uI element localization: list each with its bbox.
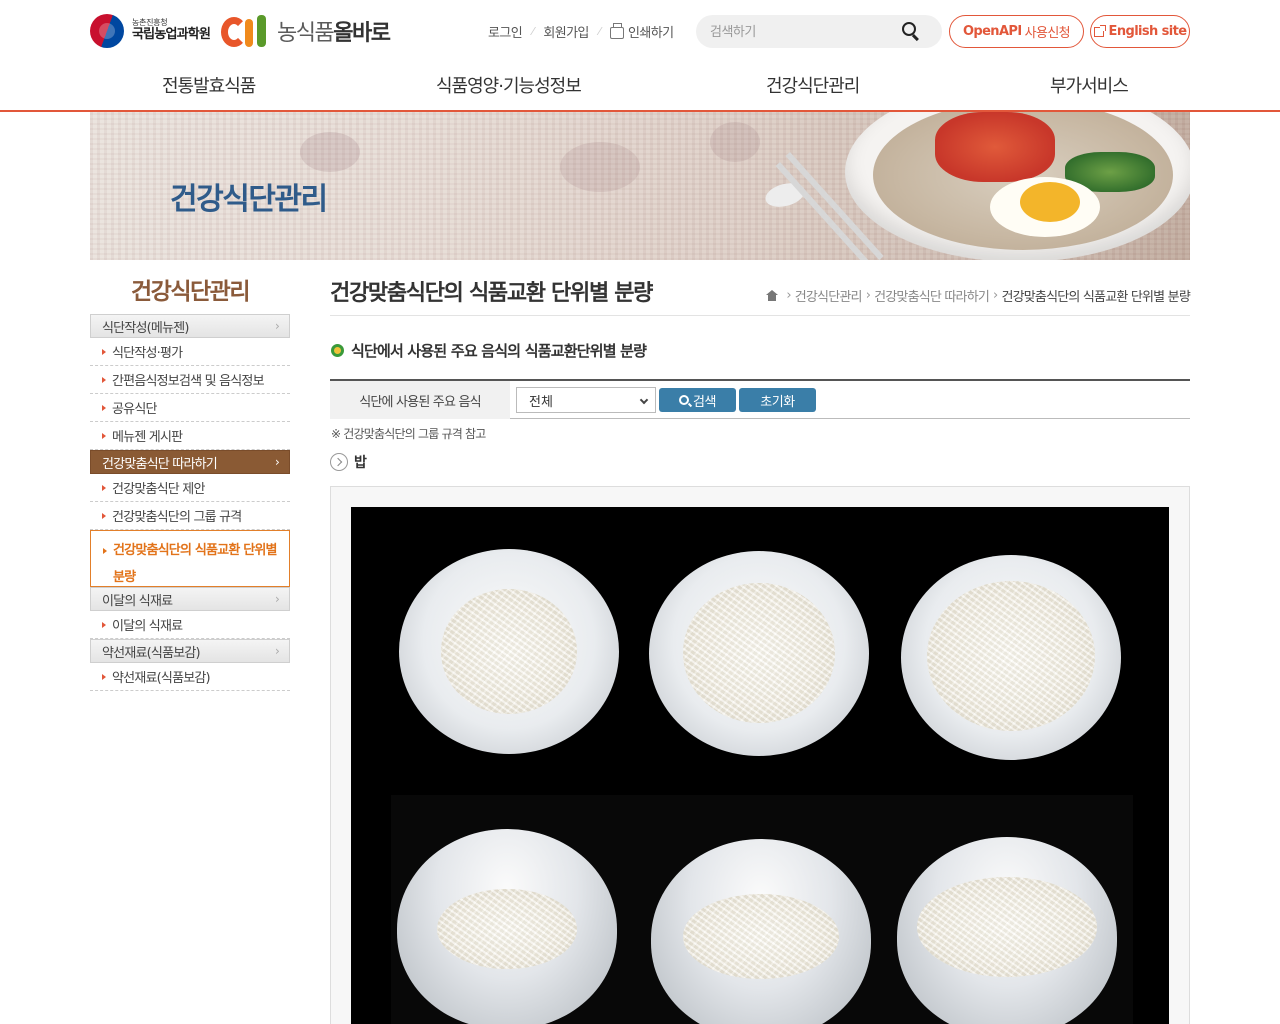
title-divider [330,315,1190,316]
chevron-right-icon: › [275,592,280,606]
gnb-item-fermented[interactable]: 전통발효식품 [162,72,256,98]
search-button[interactable]: 검색 [659,388,736,412]
side-group-herbal-ingredient[interactable]: 약선재료(식품보감) › [90,639,290,663]
gnb-item-nutrition[interactable]: 식품영양·기능성정보 [436,72,582,98]
chevron-right-icon: › [275,644,280,658]
side-item-food-search[interactable]: 간편음식정보검색 및 음식정보 [90,366,290,394]
side-group-healthy-diet[interactable]: 건강맞춤식단 따라하기 › [90,450,290,474]
circle-chevron-icon [330,453,348,471]
chevron-right-icon: › [275,319,280,333]
utility-menu: 로그인 ⁄ 회원가입 ⁄ 인쇄하기 [488,22,674,41]
bullet-icon [103,548,107,554]
side-navigation: 건강식단관리 식단작성(메뉴젠) › 식단작성·평가 간편음식정보검색 및 음식정… [90,270,290,691]
food-select[interactable]: 전체 [516,387,656,413]
gnb-item-extra[interactable]: 부가서비스 [1050,72,1129,98]
breadcrumb: › 건강식단관리 › 건강맞춤식단 따라하기 › 건강맞춤식단의 식품교환 단위… [766,286,1191,305]
bullet-icon [102,512,106,519]
bullet-icon [102,673,106,680]
reference-note: ※ 건강맞춤식단의 그룹 규격 참고 [331,427,486,441]
side-item-group-spec[interactable]: 건강맞춤식단의 그룹 규격 [90,502,290,530]
filter-label: 식단에 사용된 주요 음식 [330,381,510,419]
breadcrumb-item[interactable]: 건강맞춤식단 따라하기 [874,286,990,305]
reset-button[interactable]: 초기화 [739,388,816,412]
side-item-shared-menu[interactable]: 공유식단 [90,394,290,422]
breadcrumb-current: 건강맞춤식단의 식품교환 단위별 분량 [1001,290,1190,305]
brand-logo[interactable]: 농식품올바로 [221,13,391,49]
banner-title: 건강식단관리 [170,182,328,217]
section-title: 식단에서 사용된 주요 음식의 식품교환단위별 분량 [331,340,647,361]
side-group-menugen[interactable]: 식단작성(메뉴젠) › [90,314,290,338]
rda-logo[interactable]: 농촌진흥청 국립농업과학원 [90,14,211,48]
breadcrumb-item[interactable]: 건강식단관리 [795,286,863,305]
bullet-icon [102,404,106,411]
search-input[interactable] [710,21,890,43]
bullet-icon [102,432,106,439]
allbaro-mark-icon [221,13,271,49]
side-nav-title: 건강식단관리 [131,279,250,305]
chevron-down-icon [639,395,649,405]
printer-icon [610,23,625,39]
section-banner: 건강식단관리 [90,112,1190,260]
side-item-monthly-ingredient[interactable]: 이달의 식재료 [90,611,290,639]
main-navigation: 전통발효식품 식품영양·기능성정보 건강식단관리 부가서비스 [90,66,1190,106]
rda-logo-text: 국립농업과학원 [132,27,211,43]
side-item-board[interactable]: 메뉴젠 게시판 [90,422,290,450]
join-link[interactable]: 회원가입 [543,22,589,41]
taegeuk-emblem-icon [90,14,124,48]
rice-bowl-image [399,549,619,759]
rice-portions-photo [351,507,1169,1024]
photo-frame [330,486,1190,1024]
section-bullet-icon [331,344,344,357]
login-link[interactable]: 로그인 [488,22,523,41]
rice-bowl-image [651,839,871,1024]
chevron-right-icon: › [275,455,280,469]
rice-bowl-image [649,551,869,761]
rice-bowl-image [897,837,1117,1024]
bullet-icon [102,348,106,355]
bullet-icon [102,376,106,383]
site-header: 농촌진흥청 국립농업과학원 농식품올바로 로그인 ⁄ 회원가입 ⁄ 인쇄하기 O… [0,0,1280,112]
english-site-button[interactable]: English site [1090,15,1190,48]
openapi-button[interactable]: OpenAPI 사용신청 [949,15,1084,48]
rice-bowl-image [397,829,617,1024]
home-icon[interactable] [766,290,779,301]
gnb-item-diet[interactable]: 건강식단관리 [766,72,860,98]
side-item-herbal-ingredient[interactable]: 약선재료(식품보감) [90,663,290,691]
search-icon [679,395,690,405]
food-filter: 식단에 사용된 주요 음식 전체 검색 초기화 [330,379,1190,419]
external-link-icon [1093,24,1106,37]
search-icon[interactable] [902,22,920,41]
brand-name: 농식품올바로 [277,21,391,46]
category-title: 밥 [330,452,367,472]
page-title: 건강맞춤식단의 식품교환 단위별 분량 [330,281,653,306]
print-link[interactable]: 인쇄하기 [610,22,674,41]
side-item-exchange-unit[interactable]: 건강맞춤식단의 식품교환 단위별 분량 [90,530,290,587]
rice-bowl-image [901,555,1121,765]
bullet-icon [102,484,106,491]
side-item-menu-evaluate[interactable]: 식단작성·평가 [90,338,290,366]
side-item-diet-suggestion[interactable]: 건강맞춤식단 제안 [90,474,290,502]
bullet-icon [102,621,106,628]
site-search [696,15,942,48]
